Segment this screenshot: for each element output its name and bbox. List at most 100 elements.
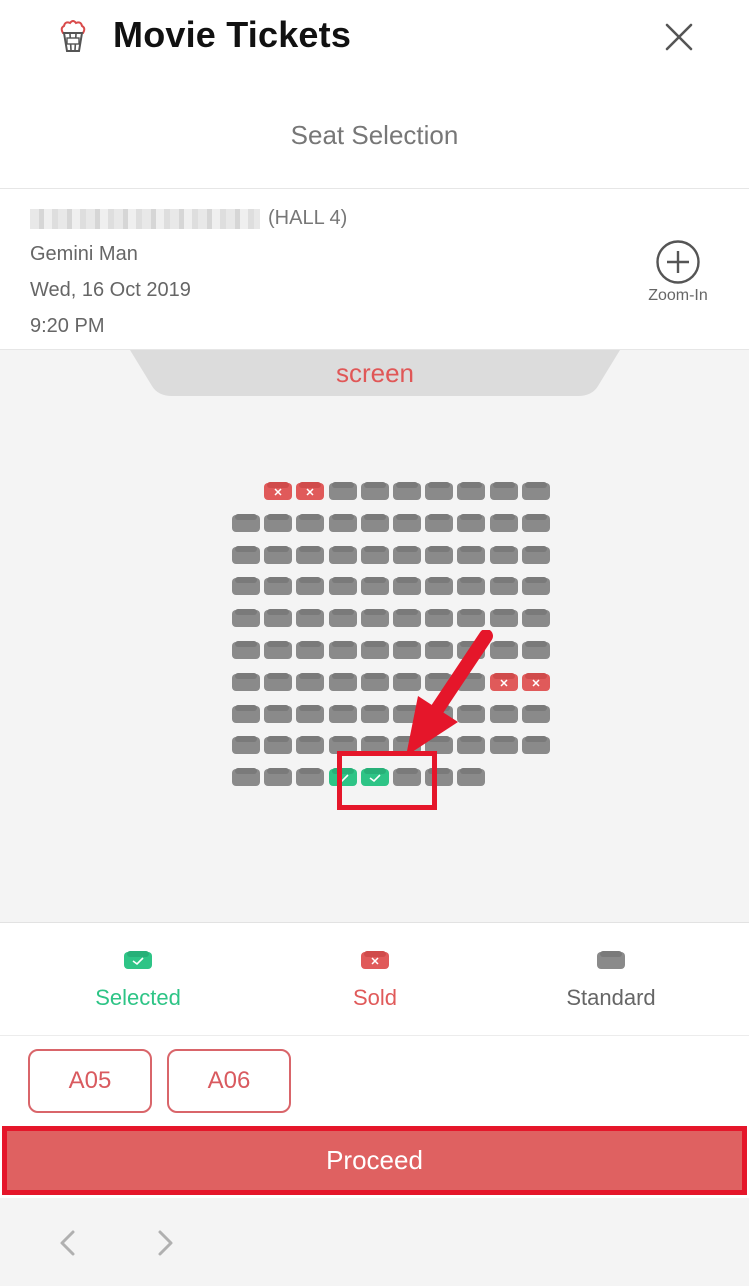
standard-seat[interactable] xyxy=(328,513,358,533)
standard-seat[interactable] xyxy=(328,640,358,660)
standard-seat[interactable] xyxy=(295,513,325,533)
standard-seat[interactable] xyxy=(489,576,519,596)
standard-seat[interactable] xyxy=(295,576,325,596)
standard-seat[interactable] xyxy=(263,640,293,660)
hall-label: (HALL 4) xyxy=(268,207,348,229)
standard-seat[interactable] xyxy=(328,608,358,628)
standard-seat[interactable] xyxy=(360,704,390,724)
annotation-box xyxy=(337,751,437,810)
standard-seat[interactable] xyxy=(424,545,454,565)
standard-seat[interactable] xyxy=(231,545,261,565)
standard-seat[interactable] xyxy=(263,704,293,724)
app-header: Movie Tickets xyxy=(0,0,749,78)
standard-seat[interactable] xyxy=(424,513,454,533)
standard-seat[interactable] xyxy=(489,513,519,533)
standard-seat[interactable] xyxy=(424,481,454,501)
standard-seat[interactable] xyxy=(489,608,519,628)
standard-seat[interactable] xyxy=(424,608,454,628)
standard-seat[interactable] xyxy=(521,545,551,565)
standard-seat[interactable] xyxy=(489,545,519,565)
standard-seat[interactable] xyxy=(456,767,486,787)
standard-seat[interactable] xyxy=(456,513,486,533)
standard-seat[interactable] xyxy=(521,481,551,501)
standard-seat[interactable] xyxy=(295,672,325,692)
standard-seat[interactable] xyxy=(360,640,390,660)
standard-seat[interactable] xyxy=(360,576,390,596)
show-info: (HALL 4) Gemini Man Wed, 16 Oct 2019 9:2… xyxy=(0,189,749,349)
standard-seat[interactable] xyxy=(456,481,486,501)
standard-seat[interactable] xyxy=(295,735,325,755)
standard-seat[interactable] xyxy=(489,481,519,501)
standard-seat[interactable] xyxy=(521,608,551,628)
close-icon[interactable] xyxy=(660,18,698,56)
redacted-cinema-name xyxy=(30,208,260,229)
standard-seat[interactable] xyxy=(295,640,325,660)
proceed-button[interactable]: Proceed xyxy=(2,1126,747,1195)
selected-seat-list: A05 A06 xyxy=(0,1037,749,1125)
standard-seat[interactable] xyxy=(392,608,422,628)
standard-seat[interactable] xyxy=(456,608,486,628)
standard-seat[interactable] xyxy=(328,576,358,596)
sold-seat-icon xyxy=(361,951,389,969)
standard-seat[interactable] xyxy=(521,513,551,533)
standard-seat[interactable] xyxy=(521,735,551,755)
standard-seat[interactable] xyxy=(263,735,293,755)
standard-seat[interactable] xyxy=(328,704,358,724)
standard-seat[interactable] xyxy=(295,704,325,724)
standard-seat[interactable] xyxy=(263,576,293,596)
cinema-line: (HALL 4) xyxy=(30,207,347,230)
selected-seat-icon xyxy=(124,951,152,969)
legend-standard: Standard xyxy=(521,923,701,1036)
chevron-left-icon[interactable] xyxy=(53,1226,83,1260)
standard-seat[interactable] xyxy=(231,513,261,533)
standard-seat[interactable] xyxy=(263,767,293,787)
standard-seat[interactable] xyxy=(328,672,358,692)
show-time: 9:20 PM xyxy=(30,315,105,337)
standard-seat[interactable] xyxy=(360,545,390,565)
sold-seat xyxy=(295,481,325,501)
standard-seat[interactable] xyxy=(360,608,390,628)
standard-seat[interactable] xyxy=(263,513,293,533)
selected-seat-chip[interactable]: A06 xyxy=(167,1049,291,1113)
selected-seat-chip[interactable]: A05 xyxy=(28,1049,152,1113)
standard-seat[interactable] xyxy=(295,545,325,565)
page-title: Seat Selection xyxy=(290,120,459,150)
standard-seat[interactable] xyxy=(231,704,261,724)
standard-seat[interactable] xyxy=(328,545,358,565)
standard-seat[interactable] xyxy=(263,545,293,565)
standard-seat[interactable] xyxy=(424,576,454,596)
standard-seat[interactable] xyxy=(360,481,390,501)
legend-selected: Selected xyxy=(48,923,228,1036)
standard-seat[interactable] xyxy=(521,704,551,724)
standard-seat[interactable] xyxy=(231,608,261,628)
browser-nav-bar xyxy=(0,1198,749,1286)
standard-seat[interactable] xyxy=(231,767,261,787)
standard-seat[interactable] xyxy=(392,545,422,565)
standard-seat[interactable] xyxy=(231,672,261,692)
standard-seat[interactable] xyxy=(263,608,293,628)
standard-seat[interactable] xyxy=(231,640,261,660)
annotation-arrow xyxy=(406,630,493,756)
chevron-right-icon[interactable] xyxy=(150,1226,180,1260)
zoom-in-label: Zoom-In xyxy=(648,287,708,304)
standard-seat[interactable] xyxy=(521,640,551,660)
standard-seat[interactable] xyxy=(392,481,422,501)
standard-seat[interactable] xyxy=(295,608,325,628)
standard-seat[interactable] xyxy=(328,481,358,501)
standard-seat[interactable] xyxy=(360,513,390,533)
legend-sold-label: Sold xyxy=(352,985,398,1010)
standard-seat[interactable] xyxy=(456,576,486,596)
show-date: Wed, 16 Oct 2019 xyxy=(30,279,191,301)
standard-seat[interactable] xyxy=(231,576,261,596)
standard-seat[interactable] xyxy=(521,576,551,596)
seat-map: screen xyxy=(0,349,749,923)
standard-seat[interactable] xyxy=(360,672,390,692)
standard-seat[interactable] xyxy=(295,767,325,787)
standard-seat[interactable] xyxy=(456,545,486,565)
standard-seat[interactable] xyxy=(231,735,261,755)
zoom-in-button[interactable]: Zoom-In xyxy=(636,239,720,309)
standard-seat[interactable] xyxy=(263,672,293,692)
standard-seat[interactable] xyxy=(392,513,422,533)
seat-legend: Selected Sold Standard xyxy=(0,923,749,1036)
standard-seat[interactable] xyxy=(392,576,422,596)
